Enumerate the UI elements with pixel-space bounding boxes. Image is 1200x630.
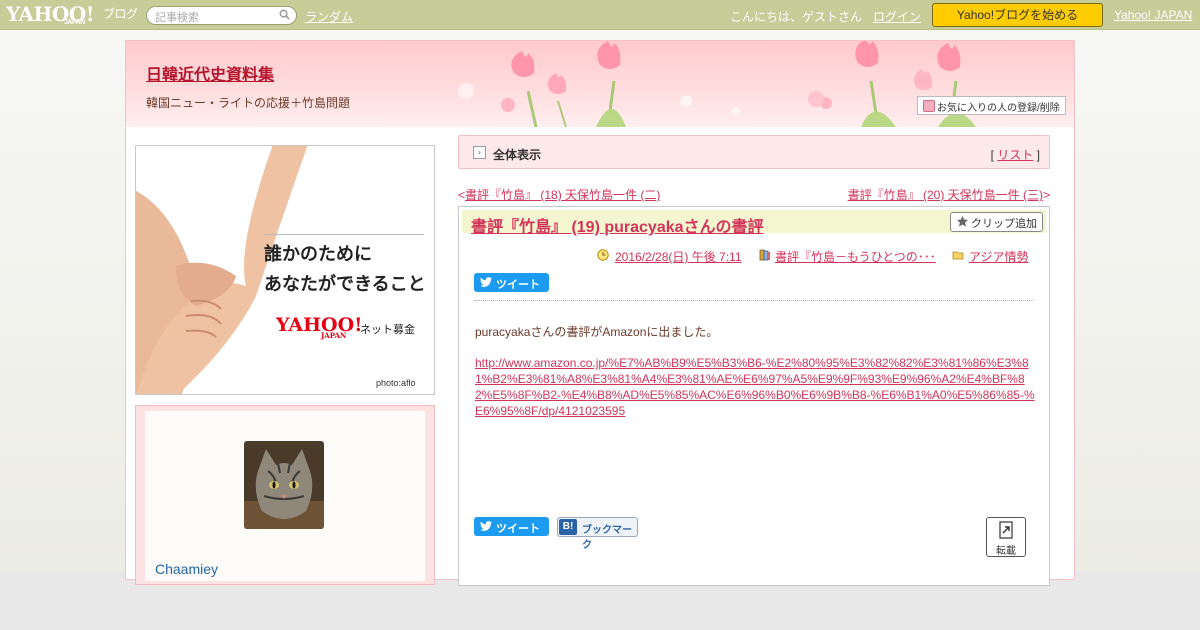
charity-ad-banner[interactable]: 誰かのために あなたができること YAHOO! JAPAN ネット募金 phot…	[135, 145, 435, 395]
list-bracket-close: ]	[1036, 148, 1040, 162]
profile-username-link[interactable]: Chaamiey	[155, 561, 218, 577]
ad-photo-credit: photo:aflo	[376, 378, 416, 388]
yahoo-blog-logo[interactable]: YAHOO! JAPAN ブログ	[6, 2, 138, 26]
ad-brand: YAHOO!	[276, 314, 363, 336]
ad-line-1: 誰かのために	[264, 244, 372, 265]
tweet-button[interactable]: ツイート	[474, 273, 549, 292]
article-category-link[interactable]: 書評『竹島－もうひとつの･･･	[775, 248, 936, 265]
profile-inner: Chaamiey	[145, 411, 425, 581]
reprint-button[interactable]: 転載	[986, 517, 1026, 557]
blog-header: 日韓近代史資料集 韓国ニュー・ライトの応援＋竹島問題 お気に入りの人の登録/削除	[126, 41, 1074, 127]
book-icon	[759, 249, 770, 261]
ad-separator	[264, 234, 424, 235]
article-folder-link[interactable]: アジア情勢	[969, 248, 1029, 265]
blog-title-link[interactable]: 日韓近代史資料集	[146, 61, 274, 85]
list-toggle: [ リスト ]	[991, 146, 1040, 163]
clip-add-label: クリップ追加	[971, 218, 1037, 230]
yahoo-japan-link[interactable]: Yahoo! JAPAN	[1114, 8, 1192, 22]
clip-add-button[interactable]: クリップ追加	[950, 212, 1043, 232]
article-box: 書評『竹島』 (19) puracyakaさんの書評 クリップ追加 2016/2…	[458, 206, 1050, 586]
top-bar: YAHOO! JAPAN ブログ 記事検索 ランダム こんにちは、ゲストさん ロ…	[0, 0, 1200, 30]
ad-line-2: あなたができること	[264, 274, 426, 295]
hatena-bookmark-icon: B!	[559, 519, 577, 535]
next-article-link[interactable]: 書評『竹島』 (20) 天保竹島一件 (三)	[848, 188, 1043, 202]
article-title-link[interactable]: 書評『竹島』 (19) puracyakaさんの書評	[471, 213, 764, 237]
prev-article-link[interactable]: 書評『竹島』 (18) 天保竹島一件 (二)	[465, 188, 660, 202]
greeting-text: こんにちは、ゲストさん	[730, 10, 863, 24]
tweet-label: ツイート	[496, 279, 540, 291]
next-marker: >	[1042, 188, 1050, 202]
start-blog-button[interactable]: Yahoo!ブログを始める	[932, 3, 1103, 27]
tweet-button-bottom[interactable]: ツイート	[474, 517, 549, 536]
view-all-label: 全体表示	[493, 148, 542, 162]
view-mode-bar: › 全体表示 [ リスト ]	[458, 135, 1050, 169]
favorite-register-label: お気に入りの人の登録/削除	[937, 103, 1060, 114]
logo-sub: JAPAN	[64, 19, 85, 26]
hatena-bookmark-button[interactable]: B! ブックマーク	[557, 517, 638, 551]
ad-brand-sub: JAPAN	[321, 331, 347, 340]
folder-icon	[952, 251, 964, 260]
article-date-link[interactable]: 2016/2/28(日) 午後 7:11	[615, 248, 742, 265]
search-icon[interactable]	[279, 9, 290, 20]
chevron-right-icon: ›	[473, 146, 486, 159]
star-icon	[956, 215, 969, 227]
twitter-bird-icon	[480, 277, 492, 287]
favorite-icon	[923, 100, 935, 112]
article-body-text: puracyakaさんの書評がAmazonに出ました。	[475, 325, 719, 339]
reprint-label: 転載	[996, 546, 1016, 557]
cat-avatar-image	[244, 441, 324, 529]
twitter-bird-icon	[480, 521, 492, 531]
random-link[interactable]: ランダム	[305, 8, 353, 25]
blog-description: 韓国ニュー・ライトの応援＋竹島問題	[146, 96, 351, 110]
list-bracket-open: [	[990, 148, 994, 162]
clock-icon	[597, 249, 609, 261]
tweet-label-bottom: ツイート	[496, 523, 540, 535]
favorite-register-button[interactable]: お気に入りの人の登録/削除	[917, 96, 1066, 115]
blog-frame: 日韓近代史資料集 韓国ニュー・ライトの応援＋竹島問題 お気に入りの人の登録/削除…	[125, 40, 1075, 586]
search-input[interactable]: 記事検索	[146, 6, 297, 25]
amazon-link[interactable]: http://www.amazon.co.jp/%E7%AB%B9%E5%B3%…	[475, 355, 1037, 419]
profile-box: Chaamiey	[135, 405, 435, 585]
article-divider	[474, 300, 1034, 301]
login-link[interactable]: ログイン	[873, 8, 921, 25]
ad-yahoo-logo: YAHOO! JAPAN	[276, 314, 363, 340]
bookmark-label: ブックマーク	[582, 525, 632, 551]
article-header: 書評『竹島』 (19) puracyakaさんの書評 クリップ追加	[462, 210, 1046, 236]
avatar[interactable]	[244, 441, 324, 529]
list-view-link[interactable]: リスト	[997, 148, 1033, 162]
ad-service-name: ネット募金	[360, 324, 415, 336]
prev-marker: <	[458, 188, 466, 202]
reprint-icon	[999, 521, 1013, 539]
prev-article-pager[interactable]: <書評『竹島』 (18) 天保竹島一件 (二)	[458, 186, 660, 203]
next-article-pager[interactable]: 書評『竹島』 (20) 天保竹島一件 (三)>	[848, 186, 1050, 203]
